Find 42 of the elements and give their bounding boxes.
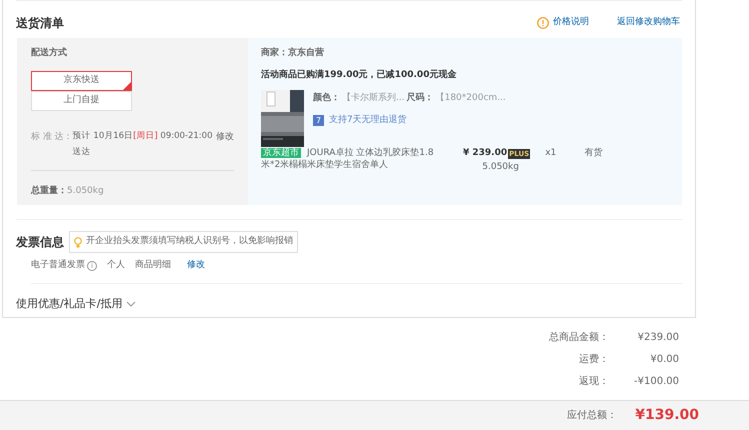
invoice-header: 个人 bbox=[107, 259, 125, 272]
payable-label: 应付总额： bbox=[567, 408, 618, 423]
coupon-toggle[interactable]: 使用优惠/礼品卡/抵用 bbox=[16, 296, 122, 312]
total-label: 总商品金额： bbox=[548, 330, 609, 345]
stock-status: 有货 bbox=[584, 147, 602, 160]
chevron-icon[interactable] bbox=[126, 300, 136, 308]
total-value: -¥100.00 bbox=[633, 375, 679, 389]
color-value: 【卡尔斯系列... bbox=[342, 92, 405, 105]
promo-text: 活动商品已购满199.00元，已减100.00元现金 bbox=[261, 68, 458, 82]
section-title: 送货清单 bbox=[16, 15, 64, 32]
tip-text: 开企业抬头发票须填写纳税人识别号，以免影响报销 bbox=[86, 235, 293, 248]
price-note-link[interactable]: 价格说明 bbox=[553, 16, 589, 30]
back-to-cart-link[interactable]: 返回修改购物车 bbox=[617, 16, 680, 30]
invoice-type: 电子普通发票 bbox=[31, 259, 85, 272]
invoice-content: 商品明细 bbox=[135, 259, 171, 272]
total-value: ¥239.00 bbox=[636, 331, 679, 345]
weight-label: 总重量： bbox=[31, 184, 67, 198]
shipping-option[interactable]: 京东快送 bbox=[31, 70, 132, 90]
edit-link[interactable]: 修改 bbox=[187, 259, 205, 272]
eta-label: 标 准 达： bbox=[31, 132, 73, 144]
eta-text: 预计 10月16日[周日] 09:00-21:00 送达 bbox=[72, 130, 214, 158]
seller-name: 商家：京东自营 bbox=[261, 47, 325, 60]
return-badge: 7 bbox=[313, 114, 324, 126]
total-label: 返现： bbox=[578, 374, 609, 389]
shipping-option[interactable]: 上门自提 bbox=[31, 90, 132, 110]
price: ¥ 239.00 bbox=[463, 147, 508, 160]
size-label: 尺码： bbox=[406, 92, 434, 105]
size-value: 【180*200cm... bbox=[436, 92, 506, 105]
edit-link[interactable]: 修改 bbox=[216, 130, 234, 160]
product-name[interactable]: 京东超市 JOURA卓拉 立体边乳胶床垫1.8米*2米榻榻米床垫学生宿舍单人 bbox=[261, 147, 441, 174]
section-title: 发票信息 bbox=[16, 234, 64, 251]
warning-icon bbox=[537, 17, 549, 29]
payable-total: ¥139.00 bbox=[635, 406, 699, 425]
total-value: ¥0.00 bbox=[649, 353, 679, 367]
quantity: x1 bbox=[545, 147, 556, 160]
lightbulb-icon bbox=[74, 236, 82, 248]
return-policy-text: 支持7天无理由退货 bbox=[329, 114, 407, 126]
shipping-label: 配送方式 bbox=[31, 47, 68, 60]
total-label: 运费： bbox=[578, 352, 609, 367]
color-label: 颜色： bbox=[313, 92, 340, 105]
item-weight: 5.050kg bbox=[482, 160, 519, 174]
weight-value: 5.050kg bbox=[67, 184, 104, 198]
